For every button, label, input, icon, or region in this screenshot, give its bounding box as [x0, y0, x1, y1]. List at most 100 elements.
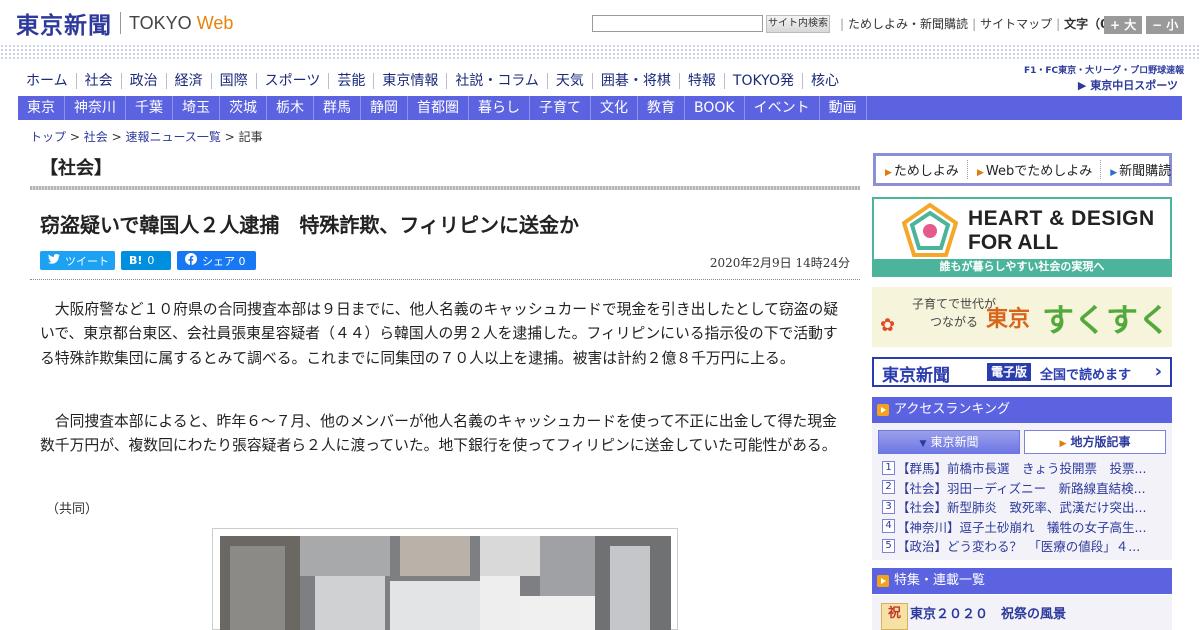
nav-editorial[interactable]: 社説・コラム: [446, 73, 547, 89]
site-search-input[interactable]: [592, 15, 763, 32]
hatena-bookmark-button[interactable]: B! 0: [121, 251, 171, 270]
ranking-number: 3: [882, 499, 895, 514]
ranking-tab-tokyo[interactable]: ▼ 東京新聞: [878, 430, 1020, 454]
sukusuku-tagline-2: つながる: [930, 315, 979, 329]
hatena-count: 0: [147, 254, 155, 267]
nav-region-saitama[interactable]: 埼玉: [173, 96, 220, 120]
sukusuku-tokyo: 東京: [986, 306, 1031, 332]
nav-weather[interactable]: 天気: [546, 73, 592, 89]
ranking-tab-tokyo-label: 東京新聞: [930, 435, 979, 449]
chunichi-sports-banner[interactable]: F1・FC東京・大リーグ・プロ野球速報 ▶ 東京中日スポーツ: [1024, 63, 1184, 92]
sukusuku-tagline-1: 子育てで世代が: [912, 297, 997, 311]
ranking-item[interactable]: 2 【社会】羽田－ディズニー 新路線直結検...: [882, 478, 1166, 498]
nav-parenting[interactable]: 子育て: [530, 96, 591, 120]
nav-region-shutoken[interactable]: 首都圏: [408, 96, 469, 120]
subscribe-newspaper-link[interactable]: ▶ 新聞購読: [1101, 160, 1179, 179]
heart-design-subtitle: FOR ALL: [968, 231, 1059, 254]
arrow-right-icon: ▶: [976, 168, 984, 178]
trial-read-link[interactable]: ▶ ためしよみ: [876, 160, 968, 179]
facebook-icon: [185, 253, 197, 268]
site-search-button[interactable]: サイト内検索: [766, 15, 830, 33]
heart-design-title: HEART & DESIGN: [968, 207, 1155, 230]
ranking-title: 【政治】どう変わる？ 「医療の値段」４...: [897, 539, 1141, 555]
nav-region-chiba[interactable]: 千葉: [126, 96, 173, 120]
trial-read-label: ためしよみ: [893, 164, 959, 179]
font-larger-button[interactable]: + 大: [1104, 16, 1143, 34]
article-photo[interactable]: [212, 528, 678, 630]
tokyo-sukusuku-banner[interactable]: ✿ 子育てで世代が つながる 東京 すくすく: [872, 287, 1172, 347]
digital-edition-banner[interactable]: 東京新聞 電子版 全国で読めます ›: [872, 357, 1172, 387]
nav-education[interactable]: 教育: [638, 96, 685, 120]
nav-region-tokyo[interactable]: 東京: [18, 96, 65, 120]
web-trial-link[interactable]: ▶ Webでためしよみ: [968, 160, 1102, 179]
heart-design-tagline: 誰もが暮らしやすい社会の実現へ: [874, 259, 1170, 275]
breadcrumb-separator: >: [69, 130, 80, 144]
features-panel: 祝 東京２０２０ 祝祭の風景: [872, 595, 1172, 630]
web-trial-label: Webでためしよみ: [985, 164, 1093, 179]
header-dotted-divider: [0, 44, 1200, 60]
heart-design-banner[interactable]: HEART & DESIGN FOR ALL 誰もが暮らしやすい社会の実現へ: [872, 197, 1172, 277]
nav-tokyo-info[interactable]: 東京情報: [373, 73, 446, 89]
subscribe-link[interactable]: ためしよみ・新聞購読: [848, 15, 968, 32]
nav-sports[interactable]: スポーツ: [255, 73, 329, 89]
tweet-label: ツイート: [65, 254, 109, 268]
nav-culture[interactable]: 文化: [591, 96, 638, 120]
nav-region-shizuoka[interactable]: 静岡: [361, 96, 408, 120]
play-icon: [877, 404, 889, 416]
ranking-item[interactable]: 1 【群馬】前橋市長選 きょう投開票 投票...: [882, 458, 1166, 478]
breadcrumb-current: 記事: [238, 130, 263, 144]
nav-home[interactable]: ホーム: [18, 73, 76, 89]
facebook-share-button[interactable]: シェア 0: [177, 251, 256, 270]
trial-subscribe-bar: ▶ ためしよみ ▶ Webでためしよみ ▶ 新聞購読: [873, 153, 1172, 186]
nav-entertainment[interactable]: 芸能: [328, 73, 373, 89]
nav-living[interactable]: 暮らし: [469, 96, 530, 120]
arrow-right-icon: ▶: [1110, 168, 1118, 178]
nav-region-kanagawa[interactable]: 神奈川: [65, 96, 126, 120]
ranking-tab-local[interactable]: ▶ 地方版記事: [1024, 430, 1166, 454]
ranking-item[interactable]: 5 【政治】どう変わる？ 「医療の値段」４...: [882, 536, 1166, 556]
nav-go-shogi[interactable]: 囲碁・将棋: [591, 73, 679, 89]
nav-politics[interactable]: 政治: [120, 73, 166, 89]
header-links: | ためしよみ・新聞購読 | サイトマップ | 文字（0）: [836, 15, 1121, 32]
ranking-item[interactable]: 3 【社会】新型肺炎 致死率、武漢だけ突出...: [882, 497, 1166, 517]
nav-tokyo-hatsu[interactable]: TOKYO発: [723, 73, 802, 89]
breadcrumb-top[interactable]: トップ: [30, 130, 66, 144]
digital-edition-tag: 電子版: [987, 363, 1032, 381]
nav-region-gunma[interactable]: 群馬: [314, 96, 361, 120]
nav-region-tochigi[interactable]: 栃木: [267, 96, 314, 120]
nav-region-ibaraki[interactable]: 茨城: [220, 96, 267, 120]
ranking-tab-local-label: 地方版記事: [1070, 435, 1131, 449]
breadcrumb-news-list[interactable]: 速報ニュース一覧: [125, 130, 220, 144]
nav-kakushin[interactable]: 核心: [801, 73, 847, 89]
regional-nav: 東京 神奈川 千葉 埼玉 茨城 栃木 群馬 静岡 首都圏 暮らし 子育て 文化 …: [18, 96, 1182, 120]
breadcrumb-society[interactable]: 社会: [84, 130, 108, 144]
sitemap-link[interactable]: サイトマップ: [980, 15, 1052, 32]
nav-society[interactable]: 社会: [75, 73, 121, 89]
play-icon: [877, 575, 889, 587]
features-title: 特集・連載一覧: [894, 573, 986, 588]
hatena-bookmark-icon: B!: [129, 254, 143, 267]
twitter-bird-icon: [48, 253, 60, 267]
site-logo[interactable]: 東京新聞 TOKYO Web: [16, 8, 233, 39]
ranking-title: 【社会】羽田－ディズニー 新路線直結検...: [897, 480, 1146, 496]
nav-international[interactable]: 国際: [210, 73, 256, 89]
nav-economy[interactable]: 経済: [165, 73, 211, 89]
nav-video[interactable]: 動画: [820, 96, 867, 120]
nav-event[interactable]: イベント: [745, 96, 820, 120]
nav-book[interactable]: BOOK: [685, 96, 745, 120]
article-date: 2020年2月9日 14時24分: [709, 256, 850, 270]
ranking-title: 【神奈川】逗子土砂崩れ 犠牲の女子高生...: [897, 519, 1147, 535]
tweet-button[interactable]: ツイート: [40, 251, 115, 270]
font-smaller-button[interactable]: − 小: [1146, 16, 1185, 34]
ranking-item[interactable]: 4 【神奈川】逗子土砂崩れ 犠牲の女子高生...: [882, 517, 1166, 537]
nav-tokuho[interactable]: 特報: [678, 73, 724, 89]
feature-thumbnail[interactable]: 祝: [881, 603, 908, 630]
features-header: 特集・連載一覧: [872, 568, 1172, 594]
ranking-title: 【群馬】前橋市長選 きょう投開票 投票...: [897, 461, 1147, 477]
digital-edition-text: 全国で読めます: [1040, 368, 1132, 383]
logo-divider: [120, 12, 121, 34]
section-title: 【社会】: [40, 158, 112, 179]
feature-link[interactable]: 東京２０２０ 祝祭の風景: [910, 603, 1066, 622]
main-nav: ホーム 社会 政治 経済 国際 スポーツ 芸能 東京情報 社説・コラム 天気 囲…: [18, 69, 847, 93]
chunichi-logo: ▶ 東京中日スポーツ: [1077, 79, 1178, 92]
